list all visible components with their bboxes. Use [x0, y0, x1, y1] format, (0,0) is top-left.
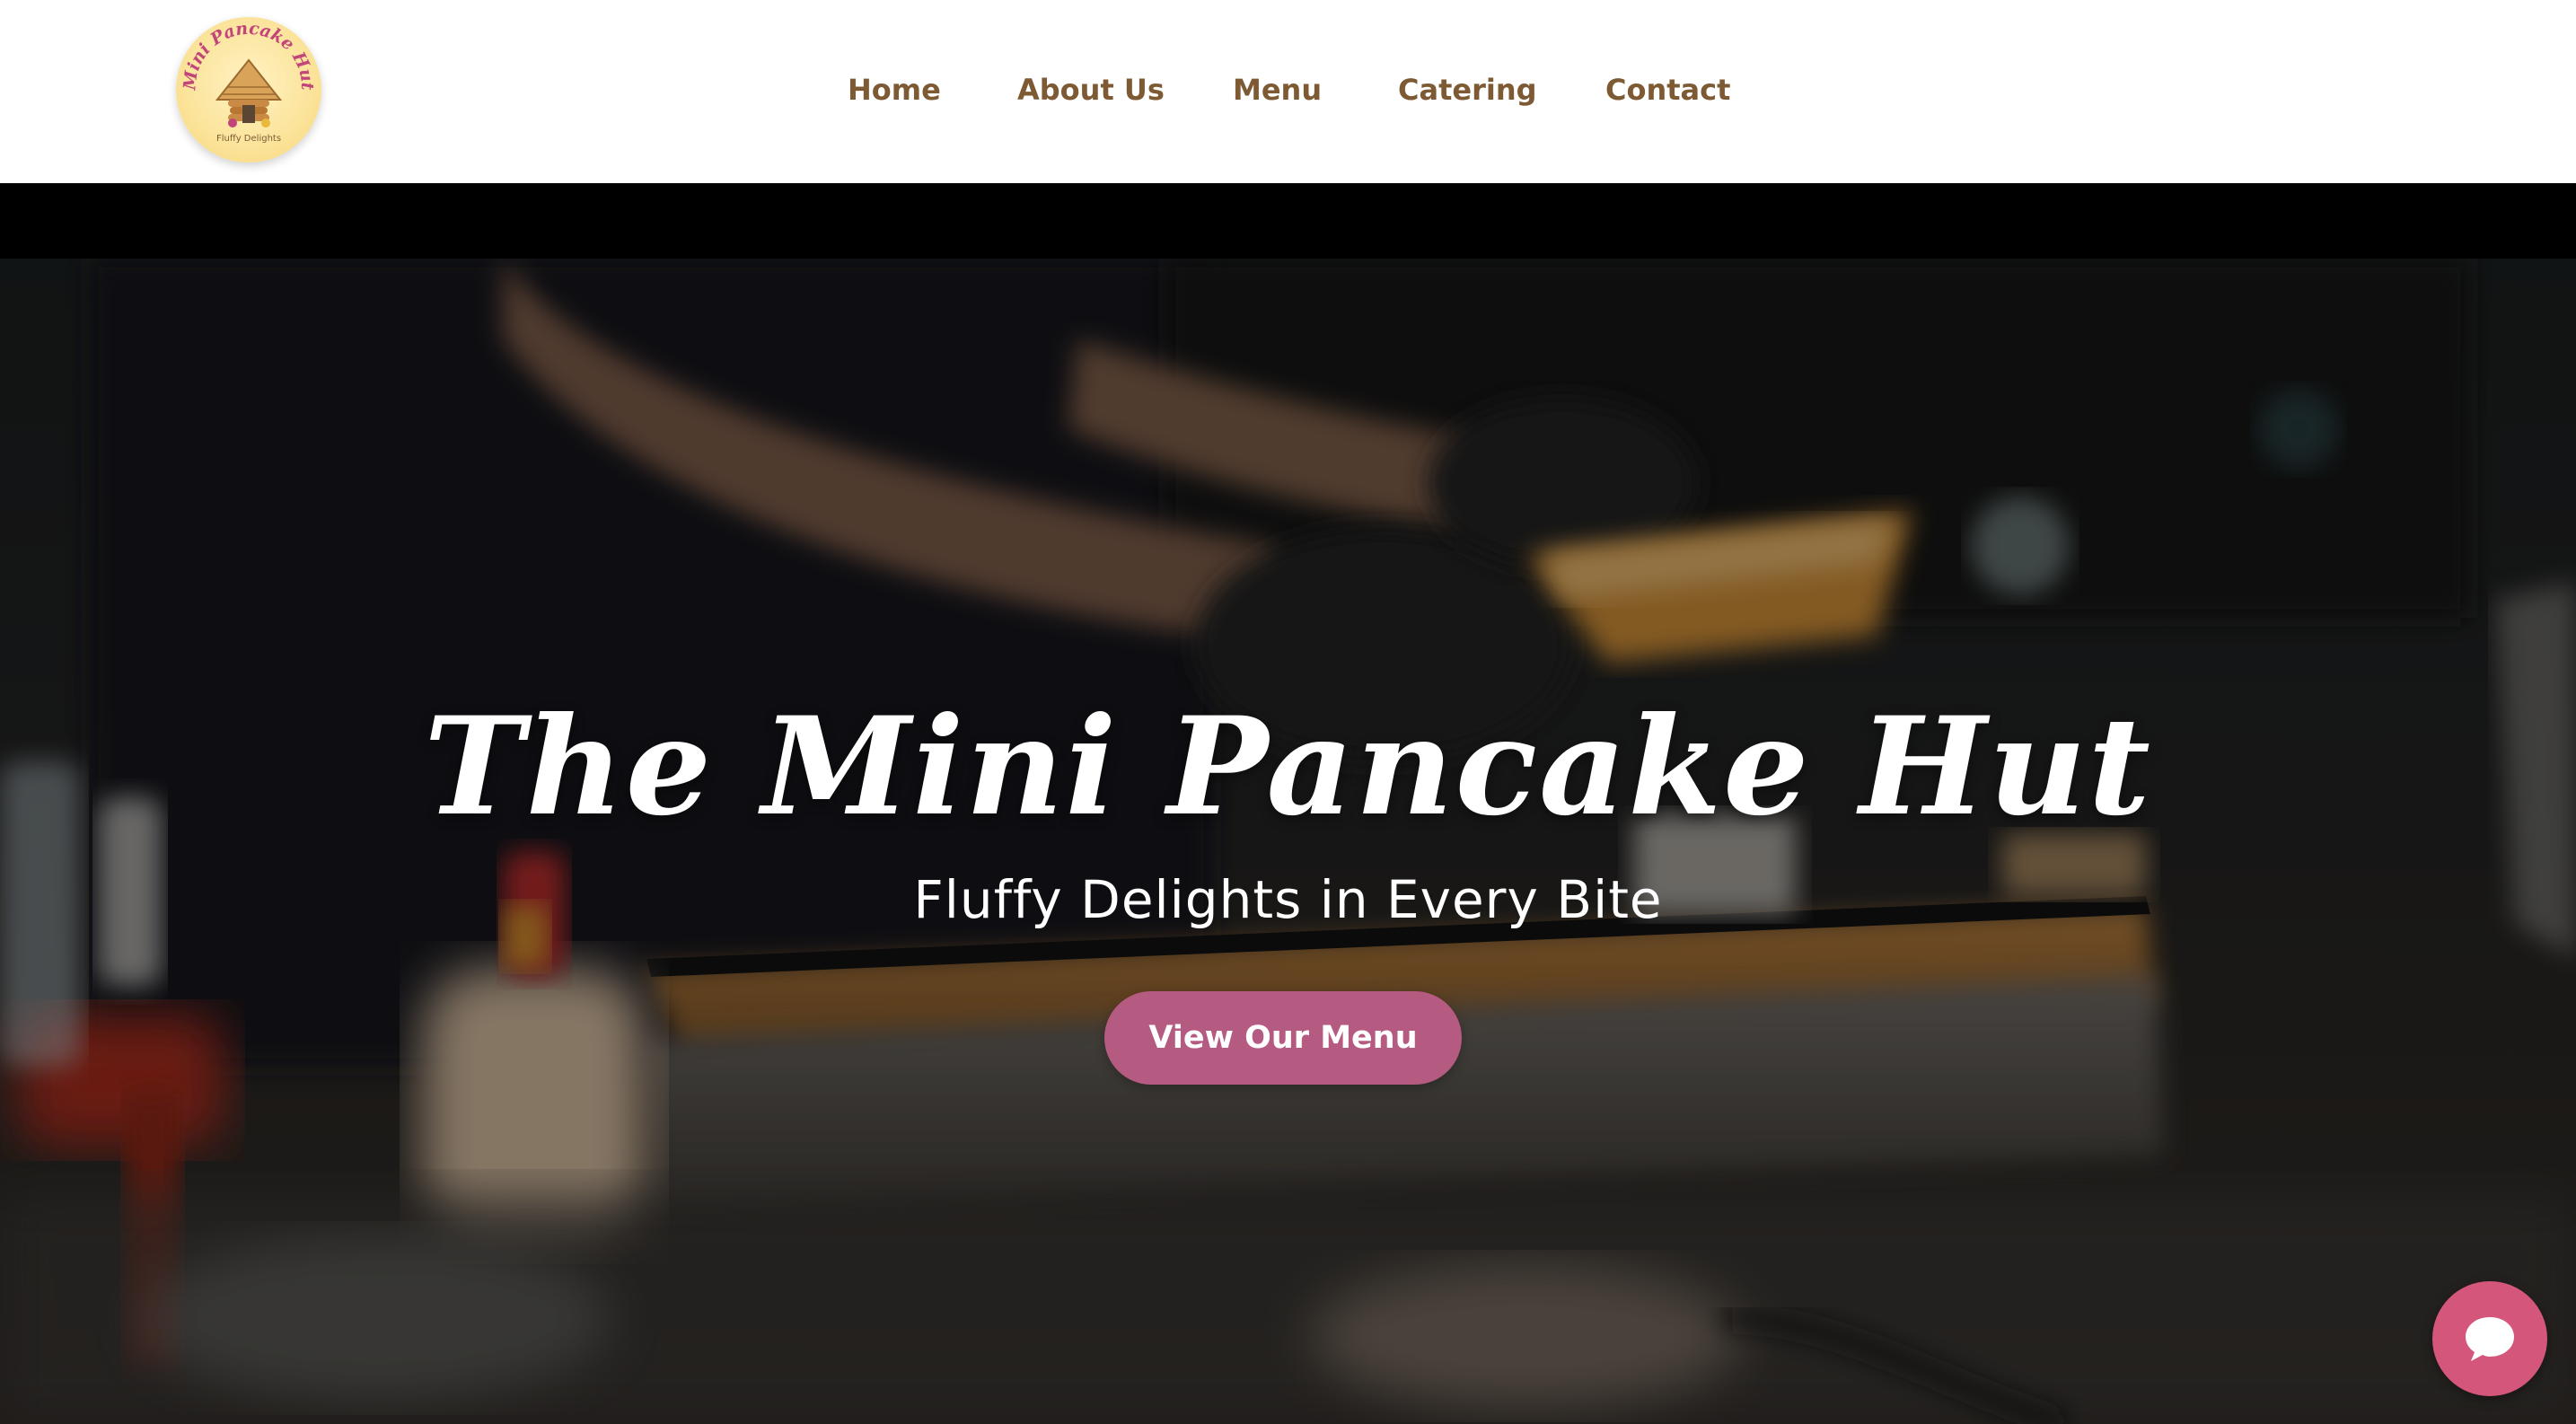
- hero-section: The Mini Pancake Hut Fluffy Delights in …: [0, 183, 2576, 1424]
- nav-item-contact[interactable]: Contact: [1605, 70, 1730, 110]
- hero-subtitle: Fluffy Delights in Every Bite: [913, 869, 1663, 930]
- main-nav: Home About Us Menu Catering Contact: [0, 0, 2576, 183]
- view-menu-button[interactable]: View Our Menu: [1104, 991, 1462, 1085]
- nav-item-catering[interactable]: Catering: [1398, 70, 1537, 110]
- nav-item-about-us[interactable]: About Us: [1017, 70, 1165, 110]
- hero-title: The Mini Pancake Hut: [424, 688, 2152, 846]
- chat-bubble-icon: [2466, 1317, 2514, 1361]
- site-header: Mini Pancake Hut Fluffy Delights Home Ab…: [0, 0, 2576, 183]
- nav-item-menu[interactable]: Menu: [1233, 70, 1322, 110]
- nav-item-home[interactable]: Home: [848, 70, 941, 110]
- chat-widget-button[interactable]: [2432, 1281, 2547, 1396]
- video-letterbox-band: [0, 183, 2576, 259]
